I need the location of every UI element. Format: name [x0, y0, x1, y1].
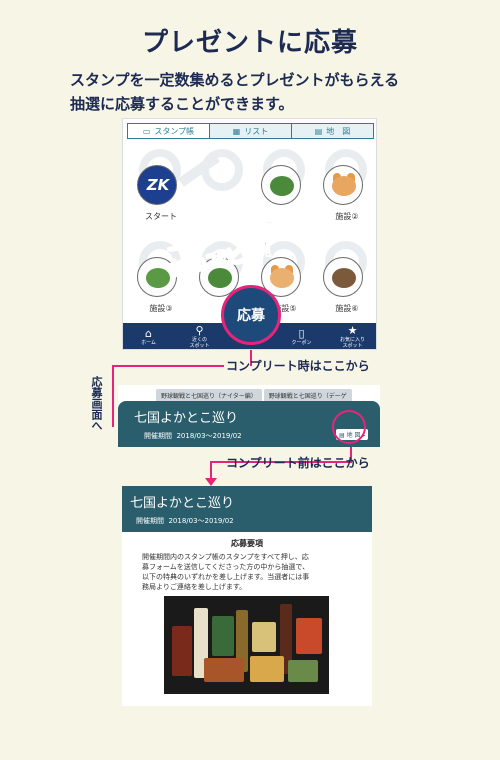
period-label: 開催期間 — [136, 517, 164, 525]
description-line: 抽選に応募することができます。 — [70, 95, 294, 113]
stamp-cell[interactable]: 施設② — [313, 145, 375, 225]
stamp-label: 施設⑥ — [335, 304, 359, 313]
apply-screenshot: 七国よかとこ巡り 開催期間 2018/03〜2019/02 応募要項 開催期間内… — [122, 486, 372, 706]
tab-list[interactable]: ▦ リスト — [210, 124, 292, 138]
page-title: プレゼントに応募 — [141, 28, 358, 58]
connector-line — [112, 365, 114, 427]
stamp-tabs: ▭ スタンプ帳 ▦ リスト ▤ 地 図 — [127, 123, 374, 139]
home-icon: ⌂ — [145, 327, 152, 340]
vertical-label-text: 応募画面へ — [90, 376, 103, 431]
connector-line — [112, 365, 224, 367]
cat-character — [332, 176, 356, 196]
prize-item — [172, 626, 192, 676]
body-line: 務局よりご連絡を差し上げます。 — [142, 583, 247, 591]
bowl-stamp — [323, 257, 363, 297]
complete-annotation: コンプリート時はここから — [226, 359, 370, 373]
event-tab[interactable]: 野球観戦と七国巡り（ナイター編） — [156, 389, 262, 401]
tab-label: スタンプ帳 — [154, 126, 195, 136]
nav-label: クーポン — [291, 340, 312, 346]
section-title: 応募要項 — [231, 539, 263, 548]
prize-item — [250, 656, 284, 682]
logo-text: ZK — [146, 176, 170, 194]
nav-label: ホーム — [141, 340, 156, 346]
nav-label: 近くの スポット — [189, 337, 210, 349]
nav-home[interactable]: ⌂ ホーム — [123, 323, 174, 349]
tab-stamp-book[interactable]: ▭ スタンプ帳 — [128, 124, 210, 138]
body-line: 開催期間内のスタンプ帳のスタンプをすべて押し、応 — [142, 553, 309, 561]
body-line: 募フォームを送信してくださった方の中から抽選で、 — [142, 563, 310, 571]
apply-title: 七国よかとこ巡り — [130, 496, 235, 511]
body-line: 以下の特典のいずれかを差し上げます。当選者には事 — [142, 573, 310, 581]
coupon-icon: ▯ — [298, 327, 305, 340]
tab-label: リスト — [244, 126, 269, 136]
prize-item — [212, 616, 234, 656]
logo-stamp: ZK — [137, 165, 177, 205]
vertical-label: 応募画面へ — [88, 376, 104, 435]
book-icon: ▭ — [142, 126, 151, 136]
leaf-character — [146, 268, 170, 288]
down-arrow-icon — [205, 478, 217, 486]
apply-header: 七国よかとこ巡り 開催期間 2018/03〜2019/02 — [122, 486, 372, 532]
list-icon: ▦ — [232, 126, 241, 136]
description: スタンプを一定数集めるとプレゼントがもらえる 抽選に応募することができます。 — [70, 68, 440, 116]
map-icon: ▤ — [314, 126, 323, 136]
stamp-label: 施設③ — [149, 304, 173, 313]
event-period: 開催期間 2018/03〜2019/02 — [144, 431, 242, 441]
leaf-character — [270, 176, 294, 196]
star-icon: ★ — [347, 324, 358, 337]
prize-item — [252, 622, 276, 652]
nav-favorites[interactable]: ★ お気に入り スポット — [327, 323, 376, 350]
prize-photo — [164, 596, 329, 694]
tab-label: 地 図 — [326, 126, 351, 136]
prize-item — [204, 658, 244, 682]
period-value: 2018/03〜2019/02 — [176, 432, 242, 440]
period-label: 開催期間 — [144, 432, 172, 440]
description-line: スタンプを一定数集めるとプレゼントがもらえる — [70, 71, 400, 89]
stamp-label: 施設② — [335, 212, 359, 221]
bowl-character — [332, 268, 356, 288]
apply-body: 開催期間内のスタンプ帳のスタンプをすべて押し、応 募フォームを送信してくださった… — [142, 552, 357, 592]
nav-nearby[interactable]: ⚲ 近くの スポット — [174, 323, 225, 350]
cat-stamp — [323, 165, 363, 205]
prize-item — [296, 618, 322, 654]
highlight-ring — [332, 410, 366, 444]
event-tab[interactable]: 野球観戦と七国巡り（デーゲ — [263, 389, 352, 401]
pin-icon: ⚲ — [195, 324, 204, 337]
period-value: 2018/03〜2019/02 — [168, 517, 234, 525]
tab-map[interactable]: ▤ 地 図 — [292, 124, 373, 138]
event-tabs: 野球観戦と七国巡り（ナイター編） 野球観戦と七国巡り（デーゲ — [156, 389, 352, 401]
nav-coupon[interactable]: ▯ クーポン — [276, 323, 327, 349]
nav-label: お気に入り スポット — [339, 337, 365, 349]
prize-item — [288, 660, 318, 682]
event-title: 七国よかとこ巡り — [134, 411, 239, 426]
apply-period: 開催期間 2018/03〜2019/02 — [136, 516, 234, 526]
apply-button[interactable]: 応募 — [221, 285, 281, 345]
before-annotation: コンプリート前はここから — [226, 456, 370, 470]
stamp-cell[interactable]: 施設⑥ — [313, 237, 375, 317]
cat-character — [270, 268, 294, 288]
stamp-book-screenshot: ▭ スタンプ帳 ▦ リスト ▤ 地 図 ZK スタート 施設② 施設③ 施設⑤ … — [122, 118, 377, 350]
